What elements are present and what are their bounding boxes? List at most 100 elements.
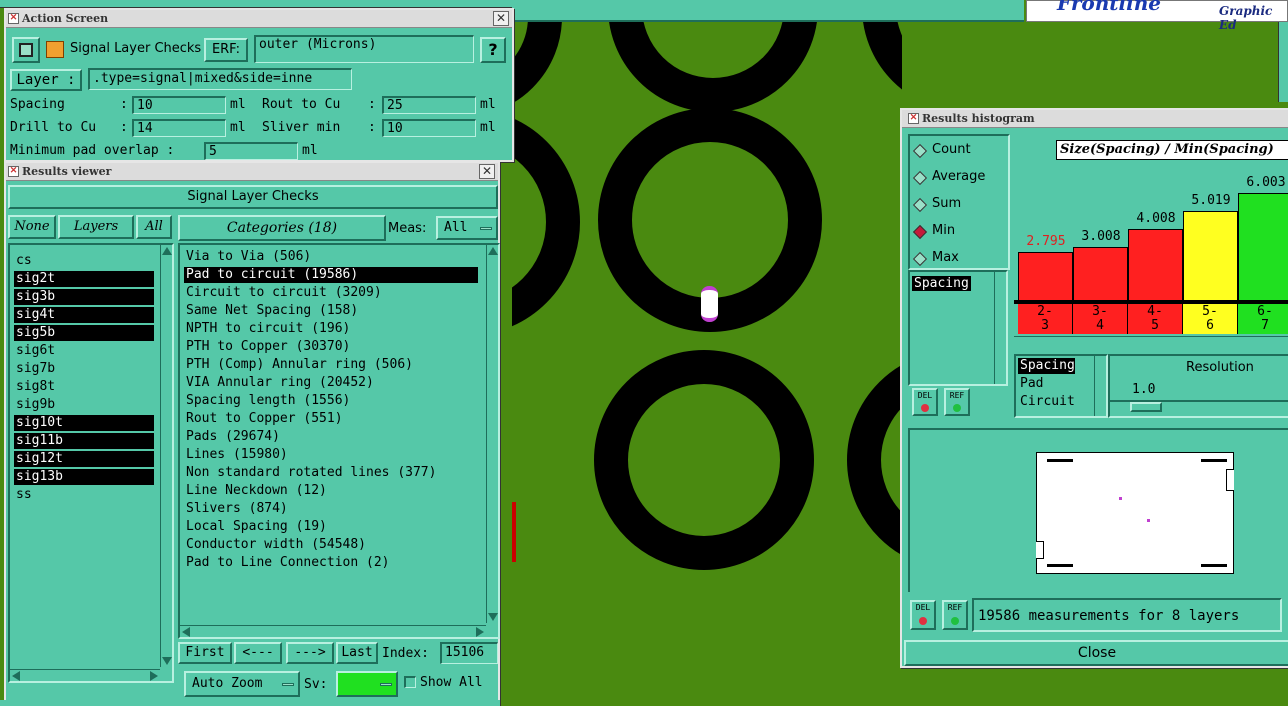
- layer-list-hscroll[interactable]: [10, 669, 160, 681]
- scroll-up-icon[interactable]: [488, 247, 498, 255]
- category-item[interactable]: NPTH to circuit (196): [184, 321, 478, 337]
- ref-button[interactable]: REF: [942, 600, 968, 630]
- scroll-left-icon[interactable]: [12, 671, 20, 681]
- category-item[interactable]: Rout to Copper (551): [184, 411, 478, 427]
- all-layers-button[interactable]: All: [136, 215, 172, 239]
- result-marker-dot[interactable]: [1147, 519, 1150, 522]
- scroll-down-icon[interactable]: [488, 613, 498, 621]
- histogram-titlebar[interactable]: ✕ Results histogram: [902, 110, 1288, 128]
- histogram-hscroll[interactable]: [1014, 336, 1288, 348]
- measure-item[interactable]: Circuit: [1018, 394, 1075, 410]
- slider-thumb[interactable]: [1130, 402, 1162, 412]
- category-item[interactable]: Same Net Spacing (158): [184, 303, 478, 319]
- help-button[interactable]: ?: [480, 37, 506, 63]
- mode-label-max[interactable]: Max: [932, 250, 959, 265]
- graphics-canvas[interactable]: [512, 22, 902, 706]
- layer-item-sig11b[interactable]: sig11b: [14, 433, 154, 449]
- overlap-field[interactable]: 5: [204, 142, 298, 160]
- pad-ring[interactable]: [608, 22, 818, 112]
- category-item[interactable]: Pad to circuit (19586): [184, 267, 478, 283]
- layer-item-cs[interactable]: cs: [14, 253, 154, 269]
- layer-item-sig10t[interactable]: sig10t: [14, 415, 154, 431]
- mode-label-min[interactable]: Min: [932, 223, 955, 238]
- range-cell[interactable]: 5- 6: [1183, 304, 1238, 334]
- auto-zoom-dropdown[interactable]: Auto Zoom: [184, 671, 300, 697]
- prev-button[interactable]: <---: [234, 642, 282, 664]
- layer-item-sig13b[interactable]: sig13b: [14, 469, 154, 485]
- scroll-right-icon[interactable]: [476, 627, 484, 637]
- radio-min-icon[interactable]: [912, 224, 928, 240]
- category-list[interactable]: Via to Via (506) Pad to circuit (19586) Ci…: [178, 243, 500, 639]
- drill-field[interactable]: 14: [132, 119, 226, 137]
- category-item[interactable]: Spacing length (1556): [184, 393, 478, 409]
- radio-sum-icon[interactable]: [912, 197, 928, 213]
- resolution-slider[interactable]: [1110, 400, 1288, 412]
- scroll-up-icon[interactable]: [162, 247, 172, 255]
- window-menu-icon[interactable]: ✕: [8, 13, 19, 24]
- rout-field[interactable]: 25: [382, 96, 476, 114]
- category-item[interactable]: Pad to Line Connection (2): [184, 555, 478, 571]
- measurement-marker[interactable]: [701, 286, 718, 322]
- first-button[interactable]: First: [178, 642, 232, 664]
- layer-item-sig12t[interactable]: sig12t: [14, 451, 154, 467]
- pad-ring[interactable]: [512, 108, 580, 336]
- histogram-bar[interactable]: [1128, 229, 1183, 302]
- ref-button[interactable]: REF: [944, 388, 970, 416]
- category-item[interactable]: Non standard rotated lines (377): [184, 465, 478, 481]
- show-all-checkbox[interactable]: [404, 676, 416, 688]
- histogram-bar[interactable]: [1238, 193, 1288, 302]
- layer-button[interactable]: Layer :: [10, 69, 82, 91]
- radio-count-icon[interactable]: [912, 143, 928, 159]
- range-cell[interactable]: 4- 5: [1128, 304, 1183, 334]
- layer-item-sig9b[interactable]: sig9b: [14, 397, 154, 413]
- close-button[interactable]: ✕: [479, 164, 495, 179]
- result-marker-dot[interactable]: [1119, 497, 1122, 500]
- layer-item-sig8t[interactable]: sig8t: [14, 379, 154, 395]
- window-menu-icon[interactable]: ✕: [8, 166, 19, 177]
- layer-item-sig2t[interactable]: sig2t: [14, 271, 154, 287]
- category-item[interactable]: Local Spacing (19): [184, 519, 478, 535]
- category-list-hscroll[interactable]: [180, 625, 486, 637]
- layer-item-sig3b[interactable]: sig3b: [14, 289, 154, 305]
- range-cell[interactable]: 6- 7: [1238, 304, 1288, 334]
- close-button[interactable]: ✕: [493, 11, 509, 26]
- mode-label-average[interactable]: Average: [932, 169, 985, 184]
- histogram-bar[interactable]: [1018, 252, 1073, 302]
- layer-item-sig4t[interactable]: sig4t: [14, 307, 154, 323]
- results-viewer-titlebar[interactable]: ✕ Results viewer ✕: [6, 163, 498, 181]
- scroll-down-icon[interactable]: [162, 657, 172, 665]
- last-button[interactable]: Last: [336, 642, 378, 664]
- histogram-bar[interactable]: [1183, 211, 1238, 302]
- category-item[interactable]: Lines (15980): [184, 447, 478, 463]
- layers-button[interactable]: Layers: [58, 215, 134, 239]
- category-item[interactable]: VIA Annular ring (20452): [184, 375, 478, 391]
- radio-average-icon[interactable]: [912, 170, 928, 186]
- category-item[interactable]: PTH (Comp) Annular ring (506): [184, 357, 478, 373]
- radio-max-icon[interactable]: [912, 251, 928, 267]
- histogram-bar[interactable]: [1073, 247, 1128, 302]
- mode-label-sum[interactable]: Sum: [932, 196, 961, 211]
- next-button[interactable]: --->: [286, 642, 334, 664]
- layer-item-sig5b[interactable]: sig5b: [14, 325, 154, 341]
- range-cell[interactable]: 3- 4: [1073, 304, 1128, 334]
- list-icon-button[interactable]: [12, 37, 40, 63]
- measure-list[interactable]: Spacing Pad Circuit: [1014, 354, 1108, 418]
- mode-label-count[interactable]: Count: [932, 142, 971, 157]
- category-item[interactable]: Via to Via (506): [184, 249, 478, 265]
- sliver-field[interactable]: 10: [382, 119, 476, 137]
- category-item[interactable]: Circuit to circuit (3209): [184, 285, 478, 301]
- none-button[interactable]: None: [8, 215, 56, 239]
- layer-field[interactable]: .type=signal|mixed&side=inne: [88, 68, 352, 90]
- index-field[interactable]: 15106: [440, 642, 498, 664]
- board-outline[interactable]: [1036, 452, 1234, 574]
- category-item[interactable]: Conductor width (54548): [184, 537, 478, 553]
- side-list-item[interactable]: Spacing: [912, 276, 971, 291]
- layer-list-vscroll[interactable]: [160, 245, 172, 667]
- scroll-left-icon[interactable]: [182, 627, 190, 637]
- pad-ring[interactable]: [594, 350, 814, 570]
- check-header-button[interactable]: Signal Layer Checks: [8, 185, 498, 209]
- del-button[interactable]: DEL: [910, 600, 936, 630]
- pad-ring[interactable]: [847, 350, 902, 570]
- layer-list[interactable]: cs sig2t sig3b sig4t sig5b sig6t sig7b sig8t sig…: [8, 243, 174, 683]
- pad-ring[interactable]: [862, 22, 902, 112]
